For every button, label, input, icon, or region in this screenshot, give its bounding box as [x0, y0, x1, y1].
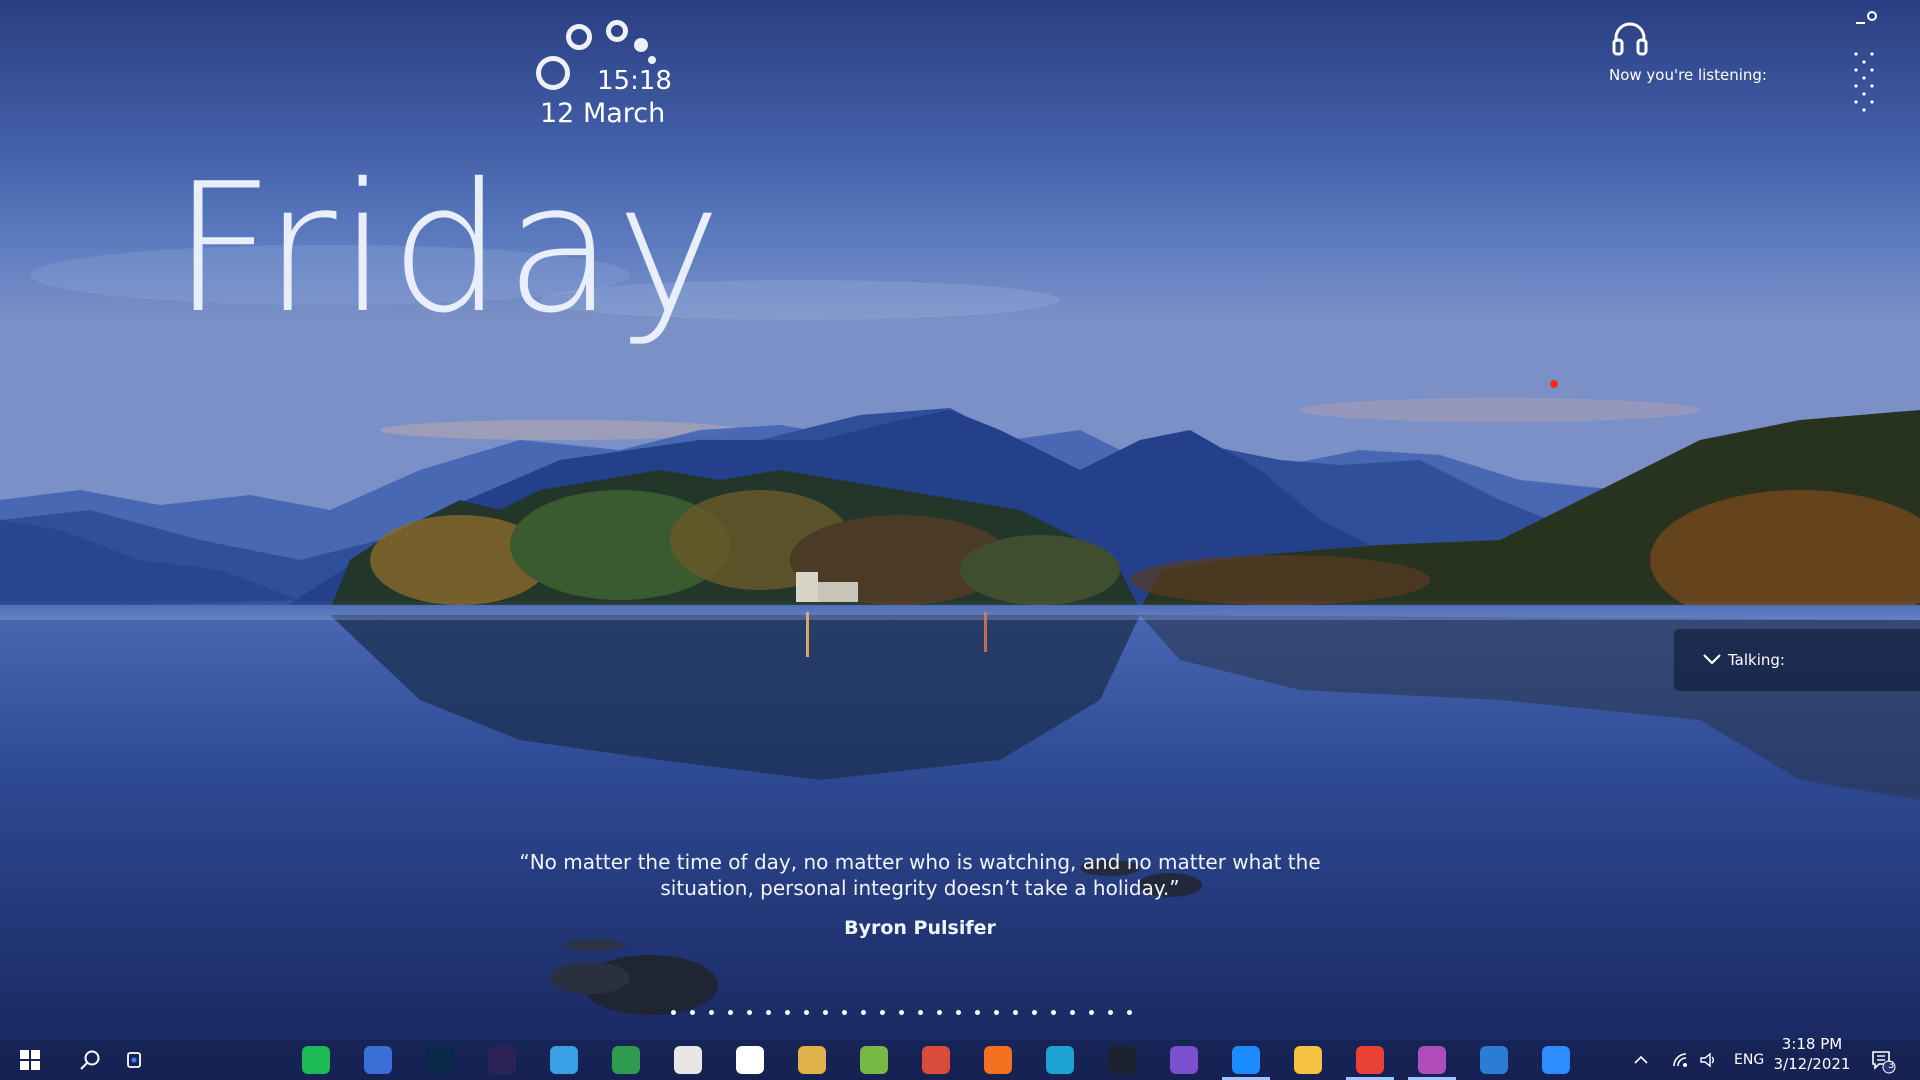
chrome-icon-glyph — [1356, 1046, 1384, 1074]
page-dot[interactable] — [880, 1010, 885, 1015]
tools-app-icon[interactable] — [920, 1046, 952, 1074]
dark-app-icon[interactable] — [1106, 1046, 1138, 1074]
lambda-tool-icon[interactable] — [734, 1046, 766, 1074]
visual-studio-icon[interactable] — [1168, 1046, 1200, 1074]
zalo-icon-glyph — [1232, 1046, 1260, 1074]
recording-indicator-dot — [1550, 380, 1558, 388]
page-dot[interactable] — [728, 1010, 733, 1015]
build-tools-icon[interactable] — [796, 1046, 828, 1074]
page-dot[interactable] — [671, 1010, 676, 1015]
language-indicator[interactable]: ENG — [1734, 1052, 1764, 1068]
page-dot[interactable] — [975, 1010, 980, 1015]
page-dot[interactable] — [1108, 1010, 1113, 1015]
zalo-icon[interactable] — [1222, 1046, 1270, 1080]
settings-dot-icon — [1867, 11, 1877, 21]
quote-text: “No matter the time of day, no matter wh… — [519, 850, 1321, 900]
intellij-icon-glyph — [364, 1046, 392, 1074]
windows-start-icon[interactable] — [6, 1040, 54, 1080]
page-dot[interactable] — [747, 1010, 752, 1015]
notification-count-badge: 3 — [1888, 1060, 1895, 1071]
edge-icon-glyph — [1046, 1046, 1074, 1074]
build-tools-icon-glyph — [798, 1046, 826, 1074]
tray-overflow-chevron-up-icon[interactable] — [1626, 1040, 1656, 1080]
page-dot[interactable] — [918, 1010, 923, 1015]
page-dot[interactable] — [994, 1010, 999, 1015]
widget-controls — [1850, 8, 1880, 120]
dark-app-icon-glyph — [1108, 1046, 1136, 1074]
sql-tool-icon[interactable] — [672, 1046, 704, 1074]
taskbar-date: 3/12/2021 — [1773, 1055, 1851, 1073]
sql-tool-icon-glyph — [674, 1046, 702, 1074]
page-dot[interactable] — [842, 1010, 847, 1015]
photoshop-icon-glyph — [426, 1046, 454, 1074]
taskbar: ENG 3 — [0, 1040, 1920, 1080]
page-dot[interactable] — [1070, 1010, 1075, 1015]
photoshop-icon[interactable] — [424, 1046, 456, 1074]
layers-app-icon[interactable] — [858, 1046, 890, 1074]
phpstorm-icon-glyph — [1418, 1046, 1446, 1074]
eclipse-icon-glyph — [488, 1046, 516, 1074]
day-of-week: Friday — [172, 145, 724, 352]
page-indicator[interactable] — [671, 1010, 1132, 1015]
clock-time: 15:18 — [597, 66, 672, 96]
word-like-icon[interactable] — [1478, 1046, 1510, 1074]
page-dot[interactable] — [823, 1010, 828, 1015]
tools-app-icon-glyph — [922, 1046, 950, 1074]
page-dot[interactable] — [690, 1010, 695, 1015]
talking-panel[interactable]: Talking: — [1673, 628, 1920, 692]
page-dot[interactable] — [956, 1010, 961, 1015]
page-dot[interactable] — [1032, 1010, 1037, 1015]
now-listening-label: Now you're listening: — [1609, 66, 1767, 84]
minimize-icon — [1856, 22, 1865, 24]
edge-icon[interactable] — [1044, 1046, 1076, 1074]
file-explorer-icon[interactable] — [1292, 1046, 1324, 1074]
page-dot[interactable] — [1051, 1010, 1056, 1015]
page-dot[interactable] — [1089, 1010, 1094, 1015]
word-like-icon-glyph — [1480, 1046, 1508, 1074]
file-explorer-icon-glyph — [1294, 1046, 1322, 1074]
clock-date: 12 March — [540, 98, 666, 129]
vscode-like-icon-glyph — [550, 1046, 578, 1074]
lambda-tool-icon-glyph — [736, 1046, 764, 1074]
talking-label: Talking: — [1728, 651, 1785, 669]
page-dot[interactable] — [785, 1010, 790, 1015]
xampp-icon-glyph — [984, 1046, 1012, 1074]
eclipse-icon[interactable] — [486, 1046, 518, 1074]
intellij-icon[interactable] — [362, 1046, 394, 1074]
task-view-icon[interactable] — [110, 1040, 158, 1080]
network-wifi-icon[interactable] — [1666, 1040, 1696, 1080]
zoom-icon[interactable] — [1540, 1046, 1572, 1074]
page-dot[interactable] — [861, 1010, 866, 1015]
layers-app-icon-glyph — [860, 1046, 888, 1074]
page-dot[interactable] — [1127, 1010, 1132, 1015]
notifications-icon[interactable]: 3 — [1862, 1040, 1902, 1080]
phpstorm-icon[interactable] — [1408, 1046, 1456, 1080]
headphones-icon[interactable] — [1610, 18, 1650, 58]
taskbar-time: 3:18 PM — [1781, 1035, 1843, 1053]
spotify-icon-glyph — [302, 1046, 330, 1074]
taskbar-clock[interactable]: 3:18 PM 3/12/2021 — [1768, 1034, 1856, 1074]
page-dot[interactable] — [1013, 1010, 1018, 1015]
chrome-icon[interactable] — [1346, 1046, 1394, 1080]
chevron-down-icon[interactable] — [1702, 649, 1722, 669]
quote-author: Byron Pulsifer — [844, 917, 996, 939]
geogebra-like-icon-glyph — [612, 1046, 640, 1074]
search-icon[interactable] — [66, 1040, 114, 1080]
page-dot[interactable] — [804, 1010, 809, 1015]
geogebra-like-icon[interactable] — [610, 1046, 642, 1074]
spotify-icon[interactable] — [300, 1046, 332, 1074]
xampp-icon[interactable] — [982, 1046, 1014, 1074]
vscode-like-icon[interactable] — [548, 1046, 580, 1074]
volume-icon[interactable] — [1694, 1040, 1724, 1080]
zoom-icon-glyph — [1542, 1046, 1570, 1074]
visual-studio-icon-glyph — [1170, 1046, 1198, 1074]
page-dot[interactable] — [766, 1010, 771, 1015]
page-dot[interactable] — [709, 1010, 714, 1015]
page-dot[interactable] — [899, 1010, 904, 1015]
page-dot[interactable] — [937, 1010, 942, 1015]
